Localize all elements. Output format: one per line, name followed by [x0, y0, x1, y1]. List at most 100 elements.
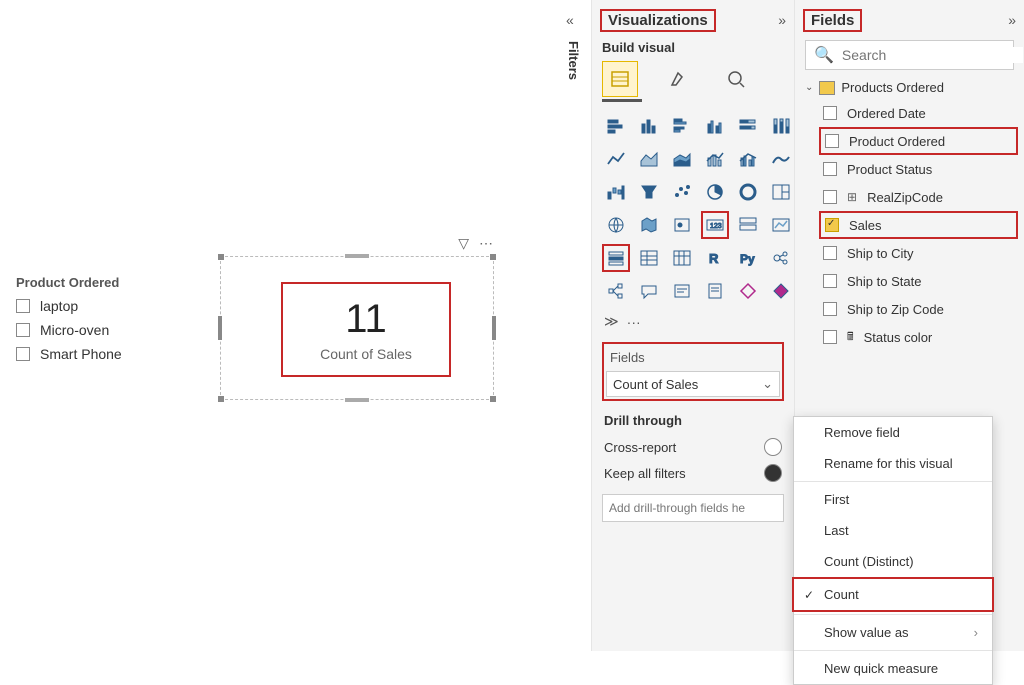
resize-handle[interactable] — [218, 254, 224, 260]
more-icon[interactable]: ⋯ — [479, 235, 493, 252]
table-node[interactable]: ⌄ Products Ordered — [795, 76, 1024, 99]
toggle-off[interactable] — [764, 438, 782, 456]
chevron-down-icon[interactable]: ⌄ — [762, 376, 773, 392]
field-row[interactable]: 🖩Status color — [795, 323, 1024, 351]
viz-filled-map-icon[interactable] — [635, 211, 663, 239]
resize-handle[interactable] — [218, 396, 224, 402]
context-menu-item[interactable]: Count (Distinct) — [794, 546, 992, 577]
checkbox-icon[interactable] — [16, 347, 30, 361]
context-menu-item[interactable]: New quick measure — [794, 653, 992, 684]
viz-scatter-icon[interactable] — [668, 178, 696, 206]
filter-icon[interactable]: ▽ — [458, 235, 469, 252]
context-menu-item[interactable]: Rename for this visual — [794, 448, 992, 479]
viz-clustered-column-icon[interactable] — [701, 112, 729, 140]
field-well-item[interactable]: Count of Sales ⌄ — [606, 371, 780, 397]
viz-qna-icon[interactable] — [635, 277, 663, 305]
viz-slicer-icon[interactable] — [602, 244, 630, 272]
context-menu-label: Show value as — [824, 625, 909, 640]
expand-icon[interactable]: » — [778, 12, 786, 28]
field-row[interactable]: Product Status — [795, 155, 1024, 183]
resize-handle[interactable] — [218, 316, 222, 340]
search-input[interactable] — [842, 47, 1023, 63]
viz-area-icon[interactable] — [635, 145, 663, 173]
viz-donut-icon[interactable] — [734, 178, 762, 206]
slicer-item[interactable]: laptop — [16, 298, 186, 314]
expand-icon[interactable]: » — [1008, 12, 1016, 28]
build-visual-tab[interactable] — [602, 61, 638, 97]
viz-automate-icon[interactable] — [767, 277, 795, 305]
viz-line-stacked-icon[interactable] — [701, 145, 729, 173]
context-menu-item[interactable]: Show value as› — [794, 617, 992, 648]
viz-table-icon[interactable] — [635, 244, 663, 272]
field-row[interactable]: ⊞RealZipCode — [795, 183, 1024, 211]
viz-waterfall-icon[interactable] — [602, 178, 630, 206]
field-row[interactable]: Sales — [819, 211, 1018, 239]
viz-azure-map-icon[interactable] — [668, 211, 696, 239]
field-row[interactable]: Ordered Date — [795, 99, 1024, 127]
viz-stacked-bar-icon[interactable] — [602, 112, 630, 140]
context-menu-item[interactable]: Last — [794, 515, 992, 546]
slicer-item[interactable]: Micro-oven — [16, 322, 186, 338]
viz-100-bar-icon[interactable] — [734, 112, 762, 140]
resize-handle[interactable] — [490, 254, 496, 260]
viz-treemap-icon[interactable] — [767, 178, 795, 206]
checkbox-icon[interactable] — [823, 302, 837, 316]
resize-handle[interactable] — [345, 254, 369, 258]
viz-map-icon[interactable] — [602, 211, 630, 239]
checkbox-icon[interactable] — [823, 274, 837, 288]
checkbox-icon[interactable] — [16, 299, 30, 313]
checkbox-icon[interactable] — [825, 134, 839, 148]
viz-powerapps-icon[interactable] — [734, 277, 762, 305]
viz-key-influencers-icon[interactable] — [767, 244, 795, 272]
viz-decomposition-icon[interactable] — [602, 277, 630, 305]
more-visuals-row[interactable]: ≫ ··· — [592, 309, 794, 334]
viz-stacked-area-icon[interactable] — [668, 145, 696, 173]
field-row[interactable]: Product Ordered — [819, 127, 1018, 155]
viz-ribbon-icon[interactable] — [767, 145, 795, 173]
filters-tab[interactable]: Filters — [566, 41, 581, 80]
resize-handle[interactable] — [345, 398, 369, 402]
checkbox-icon[interactable] — [823, 106, 837, 120]
checkbox-icon[interactable] — [823, 190, 837, 204]
checkbox-icon[interactable] — [823, 330, 837, 344]
report-canvas[interactable]: Product Ordered laptop Micro-oven Smart … — [0, 0, 556, 651]
slicer-product-ordered[interactable]: Product Ordered laptop Micro-oven Smart … — [16, 275, 186, 370]
viz-multirow-card-icon[interactable] — [734, 211, 762, 239]
viz-smart-narrative-icon[interactable] — [668, 277, 696, 305]
viz-line-clustered-icon[interactable] — [734, 145, 762, 173]
viz-matrix-icon[interactable] — [668, 244, 696, 272]
viz-card-icon[interactable]: 123 — [701, 211, 729, 239]
field-row[interactable]: Ship to City — [795, 239, 1024, 267]
viz-clustered-bar-icon[interactable] — [668, 112, 696, 140]
drill-through-drop[interactable]: Add drill-through fields he — [602, 494, 784, 522]
collapse-icon[interactable]: « — [566, 12, 574, 28]
drill-through-label: Drill through — [592, 401, 794, 434]
context-menu-item[interactable]: ✓Count — [792, 577, 994, 612]
viz-stacked-column-icon[interactable] — [635, 112, 663, 140]
slicer-item[interactable]: Smart Phone — [16, 346, 186, 362]
viz-kpi-icon[interactable] — [767, 211, 795, 239]
analytics-tab[interactable] — [718, 61, 754, 97]
context-menu-item[interactable]: First — [794, 484, 992, 515]
context-menu-item[interactable]: Remove field — [794, 417, 992, 448]
format-visual-tab[interactable] — [660, 61, 696, 97]
checkbox-icon[interactable] — [823, 162, 837, 176]
viz-funnel-icon[interactable] — [635, 178, 663, 206]
viz-r-icon[interactable]: R — [701, 244, 729, 272]
fields-search[interactable]: 🔍 — [805, 40, 1014, 70]
resize-handle[interactable] — [490, 396, 496, 402]
resize-handle[interactable] — [492, 316, 496, 340]
viz-pie-icon[interactable] — [701, 178, 729, 206]
viz-python-icon[interactable]: Py — [734, 244, 762, 272]
viz-100-column-icon[interactable] — [767, 112, 795, 140]
toggle-on[interactable] — [764, 464, 782, 482]
checkbox-icon[interactable] — [16, 323, 30, 337]
viz-line-icon[interactable] — [602, 145, 630, 173]
checkbox-icon[interactable] — [825, 218, 839, 232]
viz-paginated-icon[interactable] — [701, 277, 729, 305]
chevron-down-icon: ⌄ — [805, 82, 813, 93]
field-row[interactable]: Ship to Zip Code — [795, 295, 1024, 323]
checkbox-icon[interactable] — [823, 246, 837, 260]
field-row[interactable]: Ship to State — [795, 267, 1024, 295]
card-visual[interactable]: ▽ ⋯ 11 Count of Sales — [220, 256, 494, 400]
